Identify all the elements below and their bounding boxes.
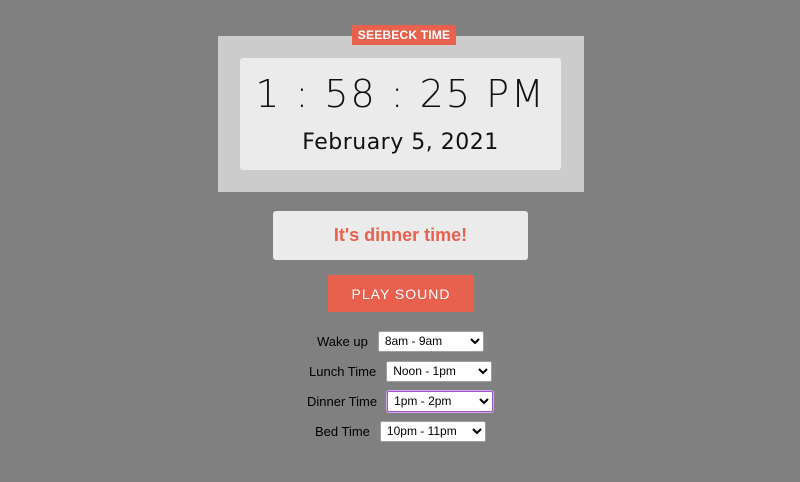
lunch-time-select[interactable]: Noon - 1pm xyxy=(386,360,493,382)
clock-date: February 5, 2021 xyxy=(302,130,499,155)
dinner-time-label: Dinner Time xyxy=(307,393,378,409)
bed-time-label: Bed Time xyxy=(315,423,370,439)
dinner-time-select[interactable]: 1pm - 2pm xyxy=(387,390,494,412)
wake-up-label: Wake up xyxy=(317,333,368,349)
status-message: It's dinner time! xyxy=(273,211,528,260)
clock-time: 1 : 58 : 25 PM xyxy=(255,72,546,116)
wake-up-row: Wake up 8am - 9am xyxy=(317,330,484,352)
clock-badge: SEEBECK TIME xyxy=(352,25,456,45)
clock-face: 1 : 58 : 25 PM February 5, 2021 xyxy=(240,58,561,170)
lunch-time-row: Lunch Time Noon - 1pm xyxy=(309,360,493,382)
play-sound-button[interactable]: PLAY SOUND xyxy=(328,275,474,312)
dinner-time-row: Dinner Time 1pm - 2pm xyxy=(307,390,494,412)
lunch-time-label: Lunch Time xyxy=(309,363,377,379)
wake-up-select[interactable]: 8am - 9am xyxy=(377,330,484,352)
bed-time-select[interactable]: 10pm - 11pm xyxy=(379,420,486,442)
bed-time-row: Bed Time 10pm - 11pm xyxy=(315,420,486,442)
